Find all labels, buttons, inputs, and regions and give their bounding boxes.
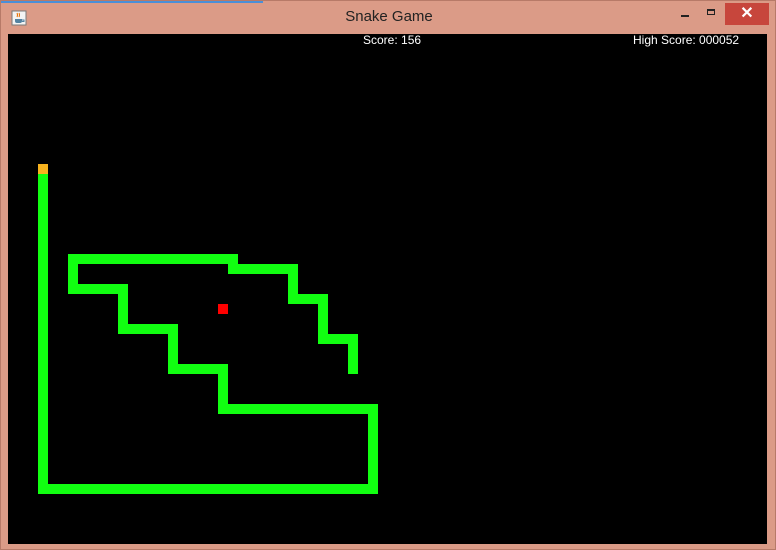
maximize-icon xyxy=(707,9,715,15)
app-window: Snake Game ✕ Score: 156 High Score: 0000… xyxy=(0,0,776,550)
close-icon: ✕ xyxy=(740,5,754,22)
minimize-icon xyxy=(681,15,689,17)
snake-head xyxy=(38,164,48,174)
game-board[interactable]: Score: 156 High Score: 000052 xyxy=(8,34,767,544)
close-button[interactable]: ✕ xyxy=(725,3,769,25)
minimize-button[interactable] xyxy=(673,3,697,25)
maximize-button[interactable] xyxy=(699,3,723,25)
window-title: Snake Game xyxy=(345,8,433,25)
food-pellet xyxy=(218,304,228,314)
snake-body xyxy=(38,169,378,494)
playfield xyxy=(38,164,378,494)
title-bar[interactable]: Snake Game ✕ xyxy=(1,1,776,34)
